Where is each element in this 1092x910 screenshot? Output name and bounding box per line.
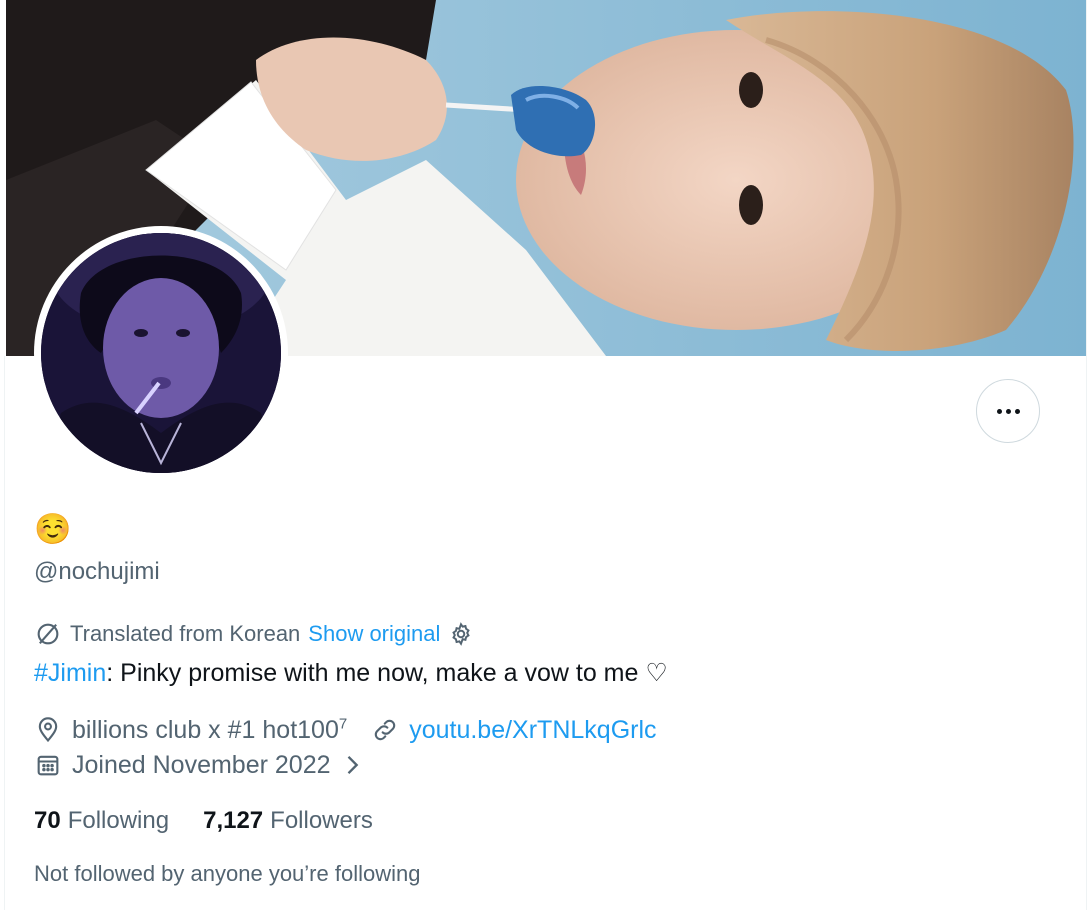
more-horizontal-icon: [996, 408, 1002, 414]
translation-label: Translated from Korean: [70, 621, 301, 646]
more-options-button[interactable]: [976, 379, 1040, 443]
column-divider: [4, 356, 5, 910]
following-count-link[interactable]: 70 Following: [34, 804, 169, 838]
joined-item[interactable]: Joined November 2022: [34, 748, 363, 782]
display-name: ☺️: [34, 513, 72, 546]
website-item: youtu.be/XrTNLkqGrlc: [371, 713, 657, 747]
avatar[interactable]: [41, 233, 281, 473]
gear-icon[interactable]: [448, 621, 474, 647]
joined-date: Joined November 2022: [72, 751, 331, 779]
more-horizontal-icon: [1005, 408, 1011, 414]
follow-counts: 70 Following 7,127 Followers: [34, 804, 373, 838]
profile-bio: #Jimin : Pinky promise with me now, make…: [34, 656, 668, 690]
translation-notice: Translated from Korean Show original: [34, 618, 474, 650]
translate-icon: [34, 620, 62, 648]
location-item: billions club x #1 hot1007: [34, 713, 347, 747]
profile-joined: Joined November 2022: [34, 748, 363, 782]
chevron-right-icon: [341, 751, 363, 779]
followers-count: 7,127: [203, 807, 264, 834]
followers-label: Followers: [270, 807, 373, 834]
user-handle: @nochujimi: [34, 558, 160, 585]
bio-hashtag-link[interactable]: #Jimin: [34, 656, 106, 690]
location-superscript: 7: [338, 715, 348, 733]
location-pin-icon: [34, 716, 62, 744]
followers-count-link[interactable]: 7,127 Followers: [203, 804, 373, 838]
profile-meta: billions club x #1 hot1007 youtu.be/XrTN…: [34, 713, 657, 747]
more-horizontal-icon: [1014, 408, 1020, 414]
following-count: 70: [34, 807, 61, 834]
profile-page: ☺️ @nochujimi Translated from Korean Sho…: [0, 0, 1092, 910]
calendar-icon: [34, 751, 62, 779]
show-original-link[interactable]: Show original: [308, 621, 440, 647]
column-divider: [1086, 0, 1087, 910]
website-link[interactable]: youtu.be/XrTNLkqGrlc: [409, 713, 656, 747]
avatar-ring[interactable]: [34, 226, 288, 480]
link-icon: [371, 716, 399, 744]
following-label: Following: [67, 807, 170, 834]
location-text: billions club x #1 hot100: [72, 716, 339, 744]
mutual-followers-note: Not followed by anyone you’re following: [34, 861, 421, 886]
bio-text: : Pinky promise with me now, make a vow …: [106, 659, 668, 687]
